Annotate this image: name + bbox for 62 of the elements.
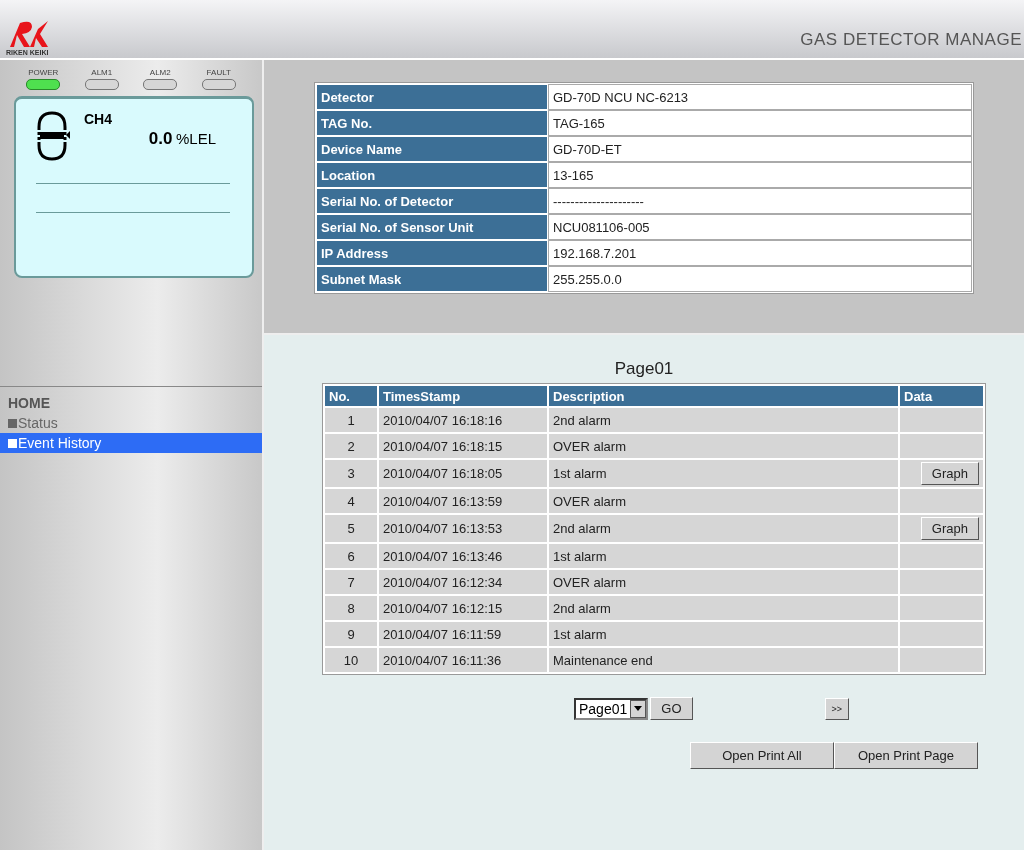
page-title: Page01	[614, 359, 674, 379]
table-cell: OVER alarm	[549, 570, 898, 594]
table-cell: 1st alarm	[549, 622, 898, 646]
table-cell: 2010/04/07 16:18:16	[379, 408, 547, 432]
led-label: ALM2	[149, 68, 171, 77]
table-cell: 1st alarm	[549, 544, 898, 568]
field-label: IP Address	[317, 241, 547, 265]
field-label: Detector	[317, 85, 547, 109]
table-cell: 2010/04/07 16:12:15	[379, 596, 547, 620]
column-header: No.	[325, 386, 377, 406]
field-label: TAG No.	[317, 111, 547, 135]
nav-item[interactable]: Event History	[0, 433, 262, 453]
column-header: Description	[549, 386, 898, 406]
led-label: ALM1	[91, 68, 113, 77]
table-cell: Maintenance end	[549, 648, 898, 672]
table-cell: 8	[325, 596, 377, 620]
table-cell: 2nd alarm	[549, 515, 898, 542]
table-cell: 7	[325, 570, 377, 594]
table-cell: 1st alarm	[549, 460, 898, 487]
nav-heading: HOME	[7, 394, 51, 413]
table-cell: 2010/04/07 16:12:34	[379, 570, 547, 594]
field-label: Location	[317, 163, 547, 187]
table-cell: 2nd alarm	[549, 596, 898, 620]
gas-name: CH4	[84, 111, 113, 127]
nav-item[interactable]: Status	[0, 413, 262, 433]
table-cell: 5	[325, 515, 377, 542]
caret-icon	[634, 706, 643, 711]
graph-button[interactable]: Graph	[920, 462, 979, 485]
table-cell: 2010/04/07 16:11:36	[379, 648, 547, 672]
go-button[interactable]: GO	[650, 697, 693, 720]
table-cell: OVER alarm	[549, 489, 898, 513]
table-cell: 2010/04/07 16:13:59	[379, 489, 547, 513]
print-button[interactable]: Open Print Page	[834, 742, 978, 769]
table-cell: 2010/04/07 16:13:53	[379, 515, 547, 542]
page-select[interactable]: Page01	[574, 697, 649, 720]
table-cell: 9	[325, 622, 377, 646]
column-header: TimesStamp	[379, 386, 547, 406]
table-cell: 2	[325, 434, 377, 458]
graph-button[interactable]: Graph	[920, 517, 979, 540]
table-cell: 10	[325, 648, 377, 672]
table-cell: 2010/04/07 16:18:15	[379, 434, 547, 458]
led-label: POWER	[28, 68, 59, 77]
table-cell: 2010/04/07 16:13:46	[379, 544, 547, 568]
column-header: Data	[900, 386, 983, 406]
field-label: Serial No. of Sensor Unit	[317, 215, 547, 239]
next-page-button[interactable]: >>	[824, 697, 850, 720]
led-label: FAULT	[206, 68, 231, 77]
table-cell: 1	[325, 408, 377, 432]
table-cell: 2010/04/07 16:18:05	[379, 460, 547, 487]
table-cell: 6	[325, 544, 377, 568]
app-title: GAS DETECTOR MANAGE	[800, 30, 1022, 51]
field-label: Device Name	[317, 137, 547, 161]
table-cell: OVER alarm	[549, 434, 898, 458]
field-label: Serial No. of Detector	[317, 189, 547, 213]
table-cell: 2nd alarm	[549, 408, 898, 432]
field-label: Subnet Mask	[317, 267, 547, 291]
detector-icon	[36, 111, 70, 161]
print-button[interactable]: Open Print All	[690, 742, 834, 769]
table-cell: 4	[325, 489, 377, 513]
table-cell: 2010/04/07 16:11:59	[379, 622, 547, 646]
gas-reading: 0.0 %LEL	[148, 129, 216, 149]
table-cell: 3	[325, 460, 377, 487]
